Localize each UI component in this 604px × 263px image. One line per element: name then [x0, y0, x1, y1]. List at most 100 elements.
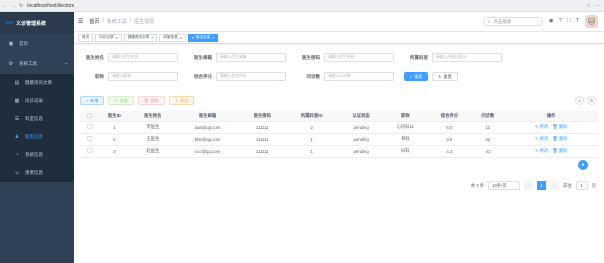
- rating-input[interactable]: 请输入综合评分: [216, 72, 286, 81]
- calendar-icon: ▦: [14, 98, 20, 104]
- consult-count-input[interactable]: 请输入问诊数: [324, 72, 394, 81]
- search-input[interactable]: ⌕ 点击搜索: [482, 17, 543, 26]
- export-label: 导出: [180, 97, 189, 103]
- goto-label: 前往: [563, 182, 572, 188]
- tag-consultations[interactable]: 问诊记录 ×: [95, 33, 122, 42]
- sidebar-item-patients[interactable]: ☺ 患者信息: [0, 164, 74, 182]
- sidebar-item-doctors[interactable]: ♟ 医生信息: [0, 128, 74, 146]
- cell: 赵医生: [130, 145, 175, 158]
- edit-text: 修改: [539, 148, 549, 153]
- browser-nav: ← → ↻: [3, 3, 23, 9]
- sidebar-item-articles[interactable]: ▤ 健康资讯文章: [0, 74, 74, 92]
- field-label: 医生邮箱: [194, 54, 212, 60]
- search-button[interactable]: ⌕ 搜索: [404, 72, 429, 81]
- sidebar-item-departments[interactable]: ☰ 科室信息: [0, 110, 74, 128]
- col-status: 认证状态: [339, 111, 384, 122]
- doctor-name-input[interactable]: 请输入医生姓名: [108, 53, 178, 62]
- edit-button[interactable]: ✎ 修改: [108, 96, 134, 105]
- close-icon[interactable]: ×: [116, 36, 118, 40]
- address-bar[interactable]: localhost/tool/doctors: [27, 2, 586, 10]
- star-icon[interactable]: ☆: [587, 3, 591, 9]
- menu-icon[interactable]: ⋯: [595, 3, 600, 9]
- row-edit-link[interactable]: ✎ 修改: [535, 124, 548, 129]
- breadcrumb-item[interactable]: 首页: [89, 18, 99, 25]
- row-delete-link[interactable]: 🗑 删除: [552, 136, 567, 141]
- edit-text: 修改: [539, 124, 549, 129]
- delete-button[interactable]: 🗑 删除: [137, 96, 165, 105]
- checkbox[interactable]: [86, 124, 92, 129]
- row-delete-link[interactable]: 🗑 删除: [552, 124, 567, 129]
- dot-icon: ●: [191, 35, 194, 40]
- doctor-password-input[interactable]: 请输入医生密码: [324, 53, 394, 62]
- sidebar-item-label: 医生信息: [25, 134, 43, 139]
- field-rating: 综合评分 请输入综合评分: [188, 72, 286, 81]
- refresh-icon: ↻: [438, 74, 442, 79]
- font-size-icon[interactable]: T: [576, 18, 579, 25]
- hamburger-icon[interactable]: ☰: [78, 18, 83, 25]
- goto-input[interactable]: 1: [575, 181, 588, 190]
- page-size-select[interactable]: 10条/页: [488, 181, 521, 190]
- select-all-checkbox[interactable]: [80, 111, 98, 122]
- title-input[interactable]: 请输入职称: [108, 72, 178, 81]
- tag-doctors[interactable]: ● 医生信息 ×: [187, 33, 219, 42]
- checkbox[interactable]: [86, 148, 92, 153]
- close-icon[interactable]: ×: [212, 36, 214, 40]
- col-department-id: 所属科室ID: [284, 111, 340, 122]
- sidebar-item-label: 问诊记录: [25, 98, 43, 103]
- sidebar: 〰 义诊管理系统 ▣ 首页 ⚙ 系统工具 ⌃ ▤ 健康资讯文章 ▦ 问诊记录 ☰ 科室…: [0, 12, 74, 263]
- checkbox[interactable]: [86, 136, 92, 141]
- chart-icon: ◔: [15, 152, 19, 158]
- navbar: ☰ 首页 / 系统工具 / 医生信息 ⌕ 点击搜索 ◉ ? ⛶ T 🐱: [74, 12, 604, 32]
- close-icon[interactable]: ×: [151, 36, 153, 40]
- home-icon: ▣: [8, 41, 14, 47]
- avatar[interactable]: 🐱: [585, 15, 598, 28]
- sidebar-item-label: 患者信息: [25, 170, 43, 175]
- doctor-email-input[interactable]: 请输入医生邮箱: [216, 53, 286, 62]
- sidebar-item-home[interactable]: ▣ 首页: [0, 34, 74, 54]
- tag-departments[interactable]: 科室信息 ×: [159, 33, 186, 42]
- row-checkbox[interactable]: [80, 121, 98, 134]
- sidebar-item-system-info[interactable]: ◔ 系统信息: [0, 146, 74, 164]
- plus-icon: +: [86, 98, 89, 103]
- floating-action-button[interactable]: ●: [578, 160, 588, 170]
- col-doctor-name: 医生姓名: [130, 111, 175, 122]
- cell: 1: [284, 145, 340, 158]
- fullscreen-icon[interactable]: ⛶: [567, 18, 571, 25]
- page-size-value: 10条/页: [492, 182, 507, 188]
- help-icon[interactable]: ?: [559, 18, 562, 25]
- close-icon[interactable]: ×: [180, 36, 182, 40]
- add-button[interactable]: + 新增: [80, 96, 105, 105]
- reset-button-label: 重置: [443, 73, 452, 79]
- github-icon[interactable]: ◉: [549, 18, 554, 25]
- next-page-button[interactable]: ›: [550, 181, 560, 190]
- col-rating: 综合评分: [427, 111, 472, 122]
- edit-icon: ✎: [114, 98, 118, 103]
- back-icon[interactable]: ←: [3, 3, 8, 9]
- edit-label: 修改: [119, 97, 128, 103]
- prev-page-button[interactable]: ‹: [524, 181, 534, 190]
- row-checkbox[interactable]: [80, 145, 98, 158]
- cell: 骨科: [383, 133, 428, 146]
- tag-home[interactable]: 首页: [78, 33, 94, 42]
- row-checkbox[interactable]: [80, 133, 98, 146]
- row-edit-link[interactable]: ✎ 修改: [535, 148, 548, 153]
- checkbox[interactable]: [86, 112, 92, 118]
- row-edit-link[interactable]: ✎ 修改: [535, 136, 548, 141]
- page-number[interactable]: 1: [537, 181, 547, 190]
- tag-articles[interactable]: 健康资讯文章 ×: [123, 33, 158, 42]
- field-label: 医生姓名: [86, 54, 104, 60]
- search-toggle-icon[interactable]: ⌕: [575, 96, 584, 105]
- cell: pending: [339, 133, 384, 146]
- export-button[interactable]: ⇩ 导出: [168, 96, 195, 105]
- field-label: 综合评分: [194, 73, 212, 79]
- sidebar-item-system-tools[interactable]: ⚙ 系统工具 ⌃: [0, 54, 74, 74]
- reset-button[interactable]: ↻ 重置: [432, 72, 458, 81]
- refresh-icon[interactable]: ↻: [587, 96, 596, 105]
- refresh-icon[interactable]: ↻: [19, 3, 23, 9]
- delete-text: 删除: [558, 148, 568, 153]
- pagination: 共 3 条 10条/页 ‹ 1 › 前往 1 页: [471, 181, 596, 190]
- sidebar-item-consultations[interactable]: ▦ 问诊记录: [0, 92, 74, 110]
- department-input[interactable]: 请输入所属科室ID: [432, 53, 502, 62]
- row-delete-link[interactable]: 🗑 删除: [552, 148, 567, 153]
- forward-icon[interactable]: →: [11, 3, 16, 9]
